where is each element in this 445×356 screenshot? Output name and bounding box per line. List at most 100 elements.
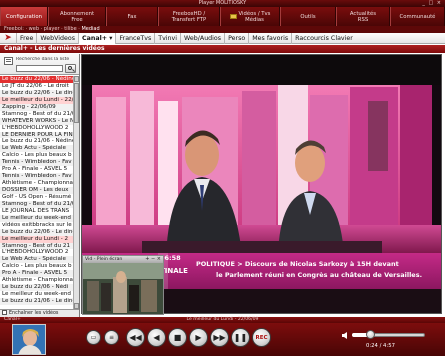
previous-button[interactable]: ◀ (147, 328, 166, 347)
list-item[interactable]: Stamnog - Best of du 21/0 (0, 200, 73, 208)
record-button[interactable]: REC (252, 328, 271, 347)
top-tab-4[interactable]: Vidéos / Tvs Médias (220, 7, 280, 26)
channel-webvideos[interactable]: WebVideos (36, 32, 78, 44)
channel-tvinvi[interactable]: Tvinvi (154, 32, 180, 44)
window-titlebar: Player MOLITIOSKY _ □ × (0, 0, 445, 7)
pause-icon: ❚❚ (233, 333, 248, 342)
top-tab-label: FreeboxHD / Transfert FTP (171, 10, 207, 23)
list-item[interactable]: Le buzz du 22/06 - Le dinè (0, 89, 73, 97)
list-item[interactable]: Stamnog - Best of du 21 (0, 242, 73, 250)
playlist-button[interactable]: ≡ (104, 330, 119, 345)
channel-label: Tvinvi (158, 34, 178, 42)
screen-icon: ▭ (90, 334, 97, 341)
video-list-panel: Recherche dans la liste Le buzz du 22/06… (0, 54, 80, 317)
list-item[interactable]: Athlétisme - Championnat (0, 277, 73, 284)
speaker-icon (342, 332, 347, 339)
list-item[interactable]: Le Web Actu - Spéciale (0, 256, 73, 264)
presenter-thumbnail (12, 324, 46, 355)
top-tab-0[interactable]: Configuration (0, 7, 48, 26)
channel-label: Canal+ (82, 34, 108, 42)
autoplay-checkbox-row[interactable]: Enchaîner les vidéos (0, 309, 79, 317)
list-item[interactable]: Le buzz du 22/06 - Le dinè (0, 228, 73, 236)
play-button[interactable]: ▶ (189, 328, 208, 347)
scroll-up-arrow-icon[interactable] (74, 76, 79, 82)
list-item[interactable]: Le buzz du 22/06 - Nédi (0, 284, 73, 292)
channel-canal-[interactable]: Canal+ ▾ (78, 32, 116, 44)
source-active[interactable]: Mediad (81, 26, 99, 32)
list-item[interactable]: Le meilleur du Lundi - 2 (0, 235, 73, 243)
pip-title: Vid - Plein écran (85, 257, 123, 262)
list-item[interactable]: Calcio - Les plus beaux b (0, 152, 73, 159)
list-item[interactable]: L'HEBDOHOLLYWOOD 2 (0, 125, 73, 132)
top-tab-6[interactable]: Actualités RSS (336, 7, 390, 26)
list-item[interactable]: Pro A - Finale - ASVEL 5 (0, 166, 73, 173)
list-item[interactable]: Calcio - Les plus beaux b (0, 263, 73, 270)
top-tab-label: Fax (127, 13, 137, 20)
channel-francetvs[interactable]: FranceTvs (115, 32, 154, 44)
channel-label: Perso (228, 34, 246, 42)
list-item[interactable]: Le meilleur du Lundi - 22/06 (0, 96, 73, 104)
rec-label: REC (255, 334, 268, 341)
list-item[interactable]: Le buzz du 22/06 - Nédinè (0, 76, 73, 83)
video-list: Le buzz du 22/06 - Nédinè Le JT du 22/06 … (0, 76, 73, 309)
search-button[interactable] (65, 64, 76, 73)
broadcast-channel-tag: TINALE (160, 267, 188, 275)
next-button[interactable]: ▶▶ (210, 328, 229, 347)
list-item[interactable]: LE DERNIER POUR LA FIN (0, 131, 73, 139)
folder-icon (229, 14, 237, 19)
volume-control[interactable]: 0:24 / 4:57 (342, 329, 437, 353)
broadcast-headline-2: le Parlement réuni en Congrès au château… (216, 271, 422, 279)
search-input[interactable] (16, 65, 63, 72)
play-icon: ▶ (195, 333, 202, 342)
list-item[interactable]: Athlétisme - Championnat (0, 180, 73, 187)
list-item[interactable]: Golf - US Open - Résumé (0, 194, 73, 201)
top-tab-label: Outils (300, 13, 316, 20)
top-tab-3[interactable]: FreeboxHD / Transfert FTP (158, 7, 220, 26)
top-tab-2[interactable]: Fax (106, 7, 158, 26)
list-item[interactable]: Tennis - Wimbledon - Fav (0, 159, 73, 167)
list-item[interactable]: Le JT du 22/06 - Le droit (0, 83, 73, 90)
arrow-logo-icon[interactable]: ➤ (0, 33, 16, 44)
volume-knob[interactable] (366, 330, 375, 339)
list-item[interactable]: vidéos exitbbracks sur le s (0, 222, 73, 229)
top-tab-bar: Configuration Abonnement Free Fax FreeboxHD… (0, 7, 445, 26)
control-bar: ▭ ≡ ◀◀ ◀ ■ ▶ ▶▶ ❚❚ REC 0:24 / 4:57 (0, 323, 445, 356)
list-item[interactable]: Zapping - 22/06/09 (0, 103, 73, 111)
list-item[interactable]: L'HEBDOHOLLYWOOD 2 (0, 249, 73, 256)
top-tab-label: Communauté (399, 13, 436, 20)
list-item[interactable]: Le Web Actu - Spéciale (0, 145, 73, 153)
channel-perso[interactable]: Perso (224, 32, 248, 44)
list-item[interactable]: Pro A - Finale - ASVEL 5 (0, 270, 73, 278)
pip-titlebar[interactable]: Vid - Plein écran + − × (83, 256, 163, 263)
chevron-down-icon: ▾ (107, 34, 113, 42)
list-item[interactable]: Le meilleur du week-end (0, 291, 73, 298)
top-tab-label: Actualités RSS (349, 10, 377, 23)
presenter-avatar (13, 325, 45, 354)
list-item[interactable]: Le meilleur du week-end (0, 214, 73, 222)
list-item[interactable]: DOSSIER OM - Les deux (0, 187, 73, 194)
top-tab-5[interactable]: Outils (280, 7, 336, 26)
list-item[interactable]: Le buzz du 21/06 - Nédinè (0, 138, 73, 145)
pip-controls[interactable]: + − × (145, 256, 161, 263)
list-item[interactable]: Le buzz du 21/06 - Le dinè (0, 298, 73, 305)
list-item[interactable]: Tennis - Wimbledon - Fav (0, 173, 73, 181)
pip-preview (83, 263, 163, 314)
autoplay-checkbox[interactable] (2, 310, 7, 315)
rewind-button[interactable]: ◀◀ (126, 328, 145, 347)
channel-mes-favoris[interactable]: Mes favoris (248, 32, 291, 44)
pip-window[interactable]: Vid - Plein écran + − × (82, 255, 164, 315)
list-item[interactable]: LE JOURNAL DES TRANS (0, 208, 73, 215)
top-tab-7[interactable]: Communauté (390, 7, 445, 26)
channel-label: WebVideos (40, 34, 76, 42)
list-item[interactable]: WHATEVER WORKS - Le N (0, 117, 73, 125)
channel-free[interactable]: Free (16, 32, 36, 44)
stop-button[interactable]: ■ (168, 328, 187, 347)
top-tab-1[interactable]: Abonnement Free (48, 7, 106, 26)
channel-web-audios[interactable]: Web/Audios (180, 32, 224, 44)
list-item[interactable]: Stamnog - Best of du 21/06 (0, 111, 73, 118)
list-scroll-thumb[interactable] (74, 83, 79, 123)
pause-button[interactable]: ❚❚ (231, 328, 250, 347)
channel-raccourcis-clavier[interactable]: Raccourcis Clavier (291, 32, 356, 44)
window-controls[interactable]: _ □ × (422, 0, 442, 7)
fullscreen-button[interactable]: ▭ (86, 330, 101, 345)
